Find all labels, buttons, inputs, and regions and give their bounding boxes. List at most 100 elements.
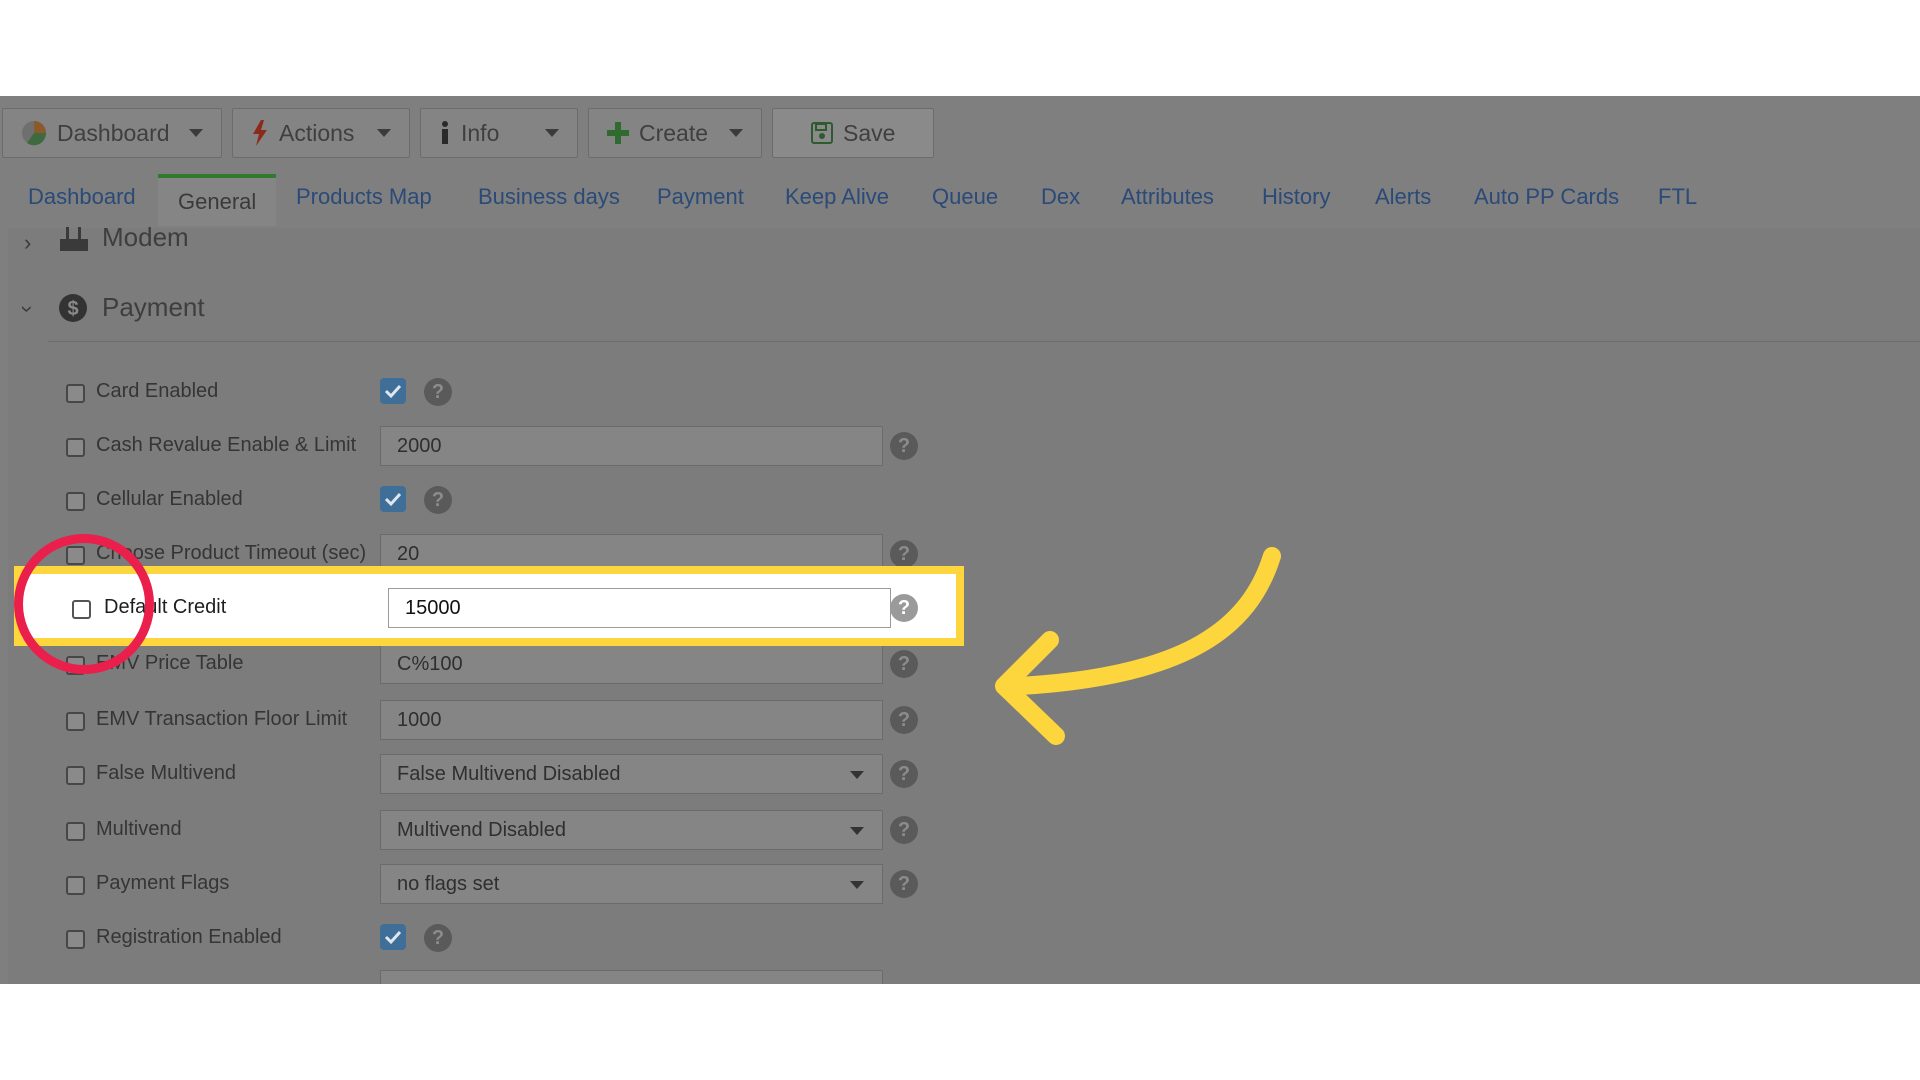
tab-general[interactable]: General — [158, 174, 277, 226]
help-icon[interactable]: ? — [424, 924, 452, 952]
cellular-enabled-checkbox[interactable] — [380, 486, 406, 512]
card-enabled-checkbox[interactable] — [380, 378, 406, 404]
help-icon[interactable]: ? — [890, 706, 918, 734]
row-select-checkbox[interactable] — [66, 492, 85, 511]
select-value: Multivend Disabled — [397, 819, 566, 841]
tab-history[interactable]: History — [1262, 174, 1330, 226]
create-dropdown-button[interactable]: Create — [588, 108, 762, 158]
tab-auto-pp-cards[interactable]: Auto PP Cards — [1474, 174, 1619, 226]
row-label: Cellular Enabled — [96, 488, 243, 510]
help-icon[interactable]: ? — [890, 760, 918, 788]
help-icon[interactable]: ? — [890, 816, 918, 844]
row-label: Cash Revalue Enable & Limit — [96, 434, 357, 456]
caret-down-icon — [377, 129, 391, 137]
section-payment-title: Payment — [102, 292, 205, 322]
create-label: Create — [639, 119, 709, 146]
row-emv-floor-limit: EMV Transaction Floor Limit 1000 ? — [0, 698, 960, 742]
caret-down-icon — [189, 129, 203, 137]
chevron-down-icon[interactable]: › — [15, 305, 41, 312]
caret-down-icon — [545, 129, 559, 137]
row-emv-price-table: EMV Price Table C%100 ? — [0, 642, 960, 686]
plus-icon — [607, 122, 629, 144]
checkmark-icon — [384, 930, 402, 945]
next-field-partial[interactable] — [380, 970, 883, 984]
registration-enabled-checkbox[interactable] — [380, 924, 406, 950]
help-icon[interactable]: ? — [890, 594, 918, 622]
row-label: EMV Transaction Floor Limit — [96, 708, 348, 730]
save-button[interactable]: Save — [772, 108, 934, 158]
tab-ftl[interactable]: FTL — [1658, 174, 1697, 226]
tab-payment[interactable]: Payment — [657, 174, 744, 226]
dashboard-dropdown-button[interactable]: Dashboard — [2, 108, 222, 158]
row-select-checkbox[interactable] — [66, 822, 85, 841]
help-icon[interactable]: ? — [424, 486, 452, 514]
row-select-checkbox[interactable] — [66, 766, 85, 785]
floppy-disk-icon — [811, 122, 833, 144]
tab-attributes[interactable]: Attributes — [1121, 174, 1214, 226]
tab-dex[interactable]: Dex — [1041, 174, 1080, 226]
tab-business-days[interactable]: Business days — [478, 174, 620, 226]
select-value: False Multivend Disabled — [397, 763, 621, 785]
section-payment-header[interactable]: $ Payment — [58, 292, 205, 323]
row-multivend: Multivend Multivend Disabled ? — [0, 808, 960, 852]
help-icon[interactable]: ? — [890, 650, 918, 678]
modem-icon — [60, 226, 88, 251]
select-value: no flags set — [397, 873, 500, 895]
caret-down-icon — [729, 129, 743, 137]
row-label: Multivend — [96, 818, 182, 840]
row-label: Payment Flags — [96, 872, 230, 894]
info-dropdown-button[interactable]: Info — [420, 108, 578, 158]
actions-dropdown-button[interactable]: Actions — [232, 108, 410, 158]
row-select-checkbox[interactable] — [66, 930, 85, 949]
actions-label: Actions — [279, 119, 355, 146]
tab-alerts[interactable]: Alerts — [1375, 174, 1431, 226]
help-icon[interactable]: ? — [424, 378, 452, 406]
caret-down-icon — [850, 827, 864, 835]
payment-flags-select[interactable]: no flags set — [380, 864, 883, 904]
section-divider — [48, 341, 1920, 342]
row-label: Card Enabled — [96, 380, 219, 402]
red-circle-annotation — [14, 534, 154, 674]
false-multivend-select[interactable]: False Multivend Disabled — [380, 754, 883, 794]
help-icon[interactable]: ? — [890, 870, 918, 898]
emv-floor-limit-input[interactable]: 1000 — [380, 700, 883, 740]
row-select-checkbox[interactable] — [66, 438, 85, 457]
tab-bar: Dashboard General Products Map Business … — [0, 174, 1920, 226]
caret-down-icon — [850, 881, 864, 889]
dashboard-label: Dashboard — [57, 119, 170, 146]
checkmark-icon — [384, 492, 402, 507]
section-modem-title: Modem — [102, 222, 189, 252]
app-window: Dashboard Actions Info Create Save Dashb… — [0, 96, 1920, 984]
dollar-icon: $ — [59, 293, 87, 322]
checkmark-icon — [384, 384, 402, 399]
row-cellular-enabled: Cellular Enabled ? — [0, 478, 960, 522]
row-label: False Multivend — [96, 762, 237, 784]
row-cash-revalue: Cash Revalue Enable & Limit 2000 ? — [0, 424, 960, 468]
row-false-multivend: False Multivend False Multivend Disabled… — [0, 752, 960, 796]
svg-text:$: $ — [67, 298, 78, 320]
toolbar: Dashboard Actions Info Create Save — [0, 108, 1920, 158]
section-modem-header[interactable]: Modem — [58, 222, 189, 253]
tab-queue[interactable]: Queue — [932, 174, 998, 226]
row-registration-enabled: Registration Enabled ? — [0, 916, 960, 960]
tab-keep-alive[interactable]: Keep Alive — [785, 174, 889, 226]
tab-dashboard[interactable]: Dashboard — [28, 174, 136, 226]
emv-price-table-input[interactable]: C%100 — [380, 644, 883, 684]
row-payment-flags: Payment Flags no flags set ? — [0, 862, 960, 906]
save-label: Save — [843, 119, 896, 146]
help-icon[interactable]: ? — [890, 540, 918, 568]
row-select-checkbox[interactable] — [66, 384, 85, 403]
row-select-checkbox[interactable] — [66, 712, 85, 731]
multivend-select[interactable]: Multivend Disabled — [380, 810, 883, 850]
caret-down-icon — [850, 771, 864, 779]
pie-chart-icon — [22, 121, 47, 146]
row-card-enabled: Card Enabled ? — [0, 370, 960, 414]
curved-arrow-icon — [995, 547, 1281, 745]
default-credit-input[interactable]: 15000 — [388, 588, 891, 628]
help-icon[interactable]: ? — [890, 432, 918, 460]
cash-revalue-input[interactable]: 2000 — [380, 426, 883, 466]
info-icon — [442, 121, 448, 144]
row-select-checkbox[interactable] — [66, 876, 85, 895]
chevron-right-icon[interactable]: › — [24, 230, 31, 256]
tab-products-map[interactable]: Products Map — [296, 174, 432, 226]
